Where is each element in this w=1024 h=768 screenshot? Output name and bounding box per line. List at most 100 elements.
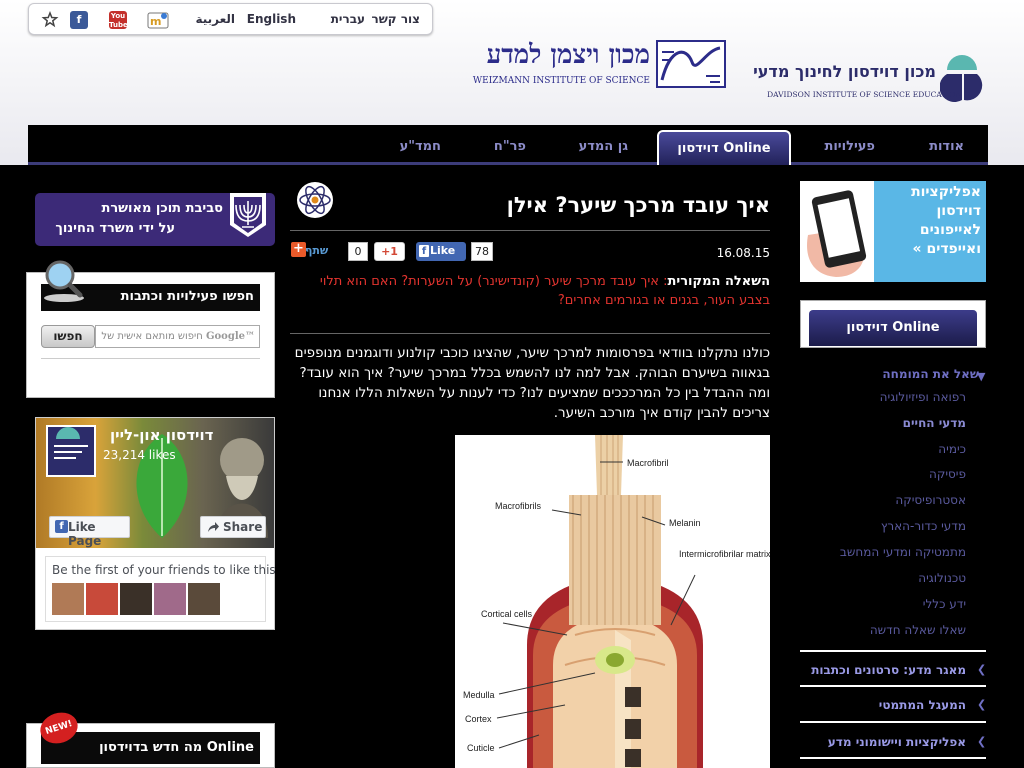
menu-divider [800, 757, 986, 759]
facebook-logo-icon: f [55, 520, 68, 533]
apps-promo-text[interactable]: אפליקציות דוידסון לאייפונים ואייפדים » [874, 181, 986, 282]
svg-text:m: m [150, 15, 161, 28]
sidebar-tab-davidson-online[interactable]: דוידסון Online [807, 308, 979, 346]
search-button[interactable]: חפשו [41, 325, 95, 348]
title-divider [290, 230, 770, 231]
hair-cross-section-illustration: Macrofibril Macrofibrils Melanin Intermi… [463, 435, 771, 768]
menu-item-technology[interactable]: טכנולוגיה [918, 571, 966, 585]
menu-divider [800, 650, 986, 652]
facebook-logo-icon: f [419, 245, 429, 257]
like-page-label: Like Page [68, 520, 102, 548]
nav-item-about[interactable]: אודות [929, 139, 964, 154]
contact-link[interactable]: צור קשר [371, 12, 420, 26]
facebook-page-avatar[interactable] [46, 425, 96, 477]
label-cortex: Cortex [465, 714, 492, 724]
label-intermicrofibrilar-matrix: Intermicrofibrilar matrix [679, 549, 770, 559]
phone-illustration-icon [807, 190, 867, 277]
original-question: השאלה המקורית: איך עובד מרכך שיער (קונדי… [290, 272, 770, 310]
nav-item-science-garden[interactable]: גן המדע [579, 139, 628, 154]
davidson-english-name: DAVIDSON INSTITUTE OF SCIENCE EDUCATION [767, 90, 962, 99]
edu-banner-line1: סביבת תוכן מאושרת [101, 201, 223, 216]
label-cortical-cells: Cortical cells [481, 609, 533, 619]
menu-item-life-sciences[interactable]: מדעי החיים [903, 416, 966, 430]
search-input[interactable]: חיפוש מותאם אישית של Google™ [95, 325, 260, 348]
weizmann-emblem-icon [656, 40, 726, 88]
english-link[interactable]: English [247, 12, 296, 26]
google-plus-count: 0 [348, 242, 368, 261]
chevron-left-icon[interactable]: ❮ [977, 735, 986, 748]
youtube-icon[interactable]: You Tube [109, 11, 128, 29]
original-question-label: השאלה המקורית [667, 274, 770, 289]
leaf-illustration-icon [136, 434, 188, 538]
weizmann-hebrew-name: מכון ויצמן למדע [486, 40, 650, 70]
facebook-share-button[interactable]: Share [200, 516, 266, 538]
article-title: איך עובד מרכך שיער? אילן [506, 193, 770, 217]
menu-category-science-apps[interactable]: אפליקציות ויישומוני מדע [828, 735, 966, 749]
nav-item-hemda[interactable]: חמד"ע [400, 139, 441, 154]
body-divider [290, 333, 770, 334]
weizmann-english-name: WEIZMANN INSTITUTE OF SCIENCE [472, 76, 650, 86]
facebook-like-count: 78 [471, 242, 493, 261]
share-link[interactable]: שתף [305, 244, 328, 257]
label-melanin: Melanin [669, 518, 701, 528]
nav-item-activities[interactable]: פעילויות [824, 139, 875, 154]
chevron-left-icon[interactable]: ❮ [977, 698, 986, 711]
main-nav: אודות פעילויות גן המדע פר"ח חמד"ע [28, 125, 988, 165]
menu-category-science-database[interactable]: מאגר מדע: סרטונים וכתבות [811, 663, 966, 677]
search-divider [41, 358, 260, 359]
google-plus-button[interactable]: +1 [374, 242, 405, 261]
label-macrofibril: Macrofibril [627, 458, 669, 468]
nav-item-davidson-online[interactable]: דוידסון Online [657, 130, 791, 165]
facebook-page-name[interactable]: דוידסון און-ליין [110, 426, 213, 444]
friend-avatar[interactable] [120, 583, 152, 615]
davidson-hebrew-name: מכון דוידסון לחינוך מדעי [753, 62, 936, 81]
article-body: כולנו נתקלנו בוודאי בפרסומות למרכך שיער,… [294, 345, 770, 421]
friend-avatar[interactable] [188, 583, 220, 615]
arabic-link[interactable]: العربية [195, 12, 235, 26]
article-date: 16.08.15 [716, 246, 770, 260]
menu-item-earth-sciences[interactable]: מדעי כדור-הארץ [881, 519, 966, 533]
hebrew-link[interactable]: עברית [331, 12, 365, 26]
facebook-like-button[interactable]: f Like [416, 242, 466, 261]
share-label: Share [223, 520, 263, 534]
share-arrow-icon [208, 522, 219, 532]
menu-divider [800, 721, 986, 723]
friend-avatar[interactable] [52, 583, 84, 615]
friend-avatar[interactable] [86, 583, 118, 615]
magnifier-icon [44, 260, 84, 302]
share-plus-icon[interactable]: + [291, 242, 306, 257]
menu-divider [800, 685, 986, 687]
menu-item-ask-new-question[interactable]: שאלו שאלה חדשה [870, 623, 966, 637]
friend-avatar[interactable] [154, 583, 186, 615]
google-brand: Google™ [205, 331, 255, 342]
label-cuticle: Cuticle [467, 743, 495, 753]
label-macrofibrils: Macrofibrils [495, 501, 542, 511]
menu-item-chemistry[interactable]: כימיה [938, 442, 966, 456]
facebook-like-label: Like [430, 244, 456, 257]
search-placeholder: חיפוש מותאם אישית של [101, 331, 203, 342]
hair-structure-diagram: Macrofibril Macrofibrils Melanin Intermi… [455, 435, 771, 768]
edu-banner-line2: על ידי משרד החינוך [55, 221, 175, 236]
menu-item-math-cs[interactable]: מתמטיקה ומדעי המחשב [840, 545, 966, 559]
menu-item-astrophysics[interactable]: אסטרופיסיקה [895, 493, 966, 507]
nav-item-perach[interactable]: פר"ח [494, 139, 526, 154]
mindmap-icon[interactable]: m [147, 9, 169, 31]
whats-new-title: מה חדש בדוידסון Online [41, 732, 260, 764]
facebook-icon[interactable]: f [70, 11, 88, 29]
menu-item-medicine[interactable]: רפואה ופיזיולוגיה [880, 390, 966, 404]
education-ministry-banner[interactable]: סביבת תוכן מאושרת על ידי משרד החינוך [35, 193, 275, 246]
davidson-logo[interactable]: מכון דוידסון לחינוך מדעי DAVIDSON INSTIT… [752, 50, 988, 105]
weizmann-logo[interactable]: מכון ויצמן למדע WEIZMANN INSTITUTE OF SC… [473, 38, 730, 94]
menu-item-general-knowledge[interactable]: ידע כללי [923, 597, 966, 611]
menu-category-math-circle[interactable]: המעגל המתמטי [879, 698, 966, 712]
facebook-like-page-button[interactable]: f Like Page [49, 516, 130, 548]
chevron-left-icon[interactable]: ❮ [977, 663, 986, 676]
facebook-friends-prompt: Be the first of your friends to like thi… [52, 563, 276, 577]
label-medulla: Medulla [463, 690, 495, 700]
facebook-likes-count: 23,214 likes [103, 448, 176, 462]
davidson-avatar-icon [54, 427, 88, 459]
menu-item-physics[interactable]: פיסיקה [929, 467, 966, 481]
accessibility-icon[interactable] [41, 10, 59, 29]
menu-heading-ask-expert[interactable]: שאל את המומחה [882, 367, 979, 381]
menorah-emblem-icon [230, 193, 266, 237]
